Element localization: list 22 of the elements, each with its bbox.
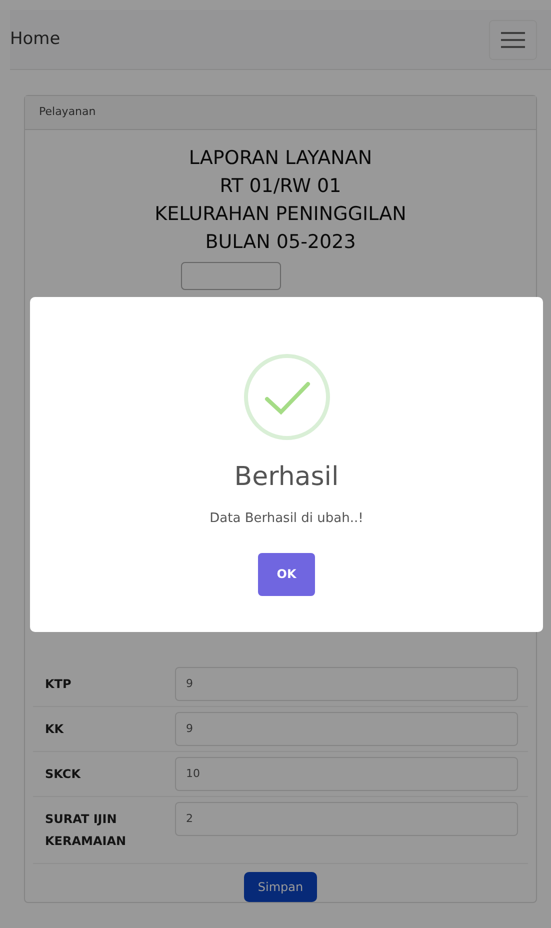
title-line: RT 01/RW 01 [218, 174, 342, 198]
title-line: LAPORAN LAYANAN [188, 146, 374, 170]
field-label: KTP [44, 676, 72, 692]
input-field[interactable]: 9 [175, 712, 518, 746]
save-button[interactable]: Simpan [244, 872, 318, 902]
menu-icon [501, 32, 525, 48]
field-label: SURAT IJIN KERAMAIAN [44, 810, 128, 850]
menu-toggle-button[interactable] [489, 20, 537, 60]
field-label: SKCK [44, 766, 82, 782]
period-select[interactable] [181, 262, 281, 290]
dialog-title: Berhasil [233, 461, 340, 493]
ok-button[interactable]: OK [258, 552, 315, 596]
field-label: KK [44, 720, 65, 738]
input-field[interactable]: 9 [175, 666, 518, 700]
success-check-icon [242, 353, 330, 441]
input-field[interactable]: 2 [175, 802, 518, 836]
navbar-brand[interactable]: Home [10, 26, 60, 52]
card-header: Pelayanan [25, 96, 536, 130]
dialog-message: Data Berhasil di ubah..! [208, 510, 364, 528]
input-field[interactable]: 10 [175, 756, 518, 790]
title-line: BULAN 05-2023 [204, 230, 357, 254]
title-line: KELURAHAN PENINGGILAN [154, 202, 408, 226]
